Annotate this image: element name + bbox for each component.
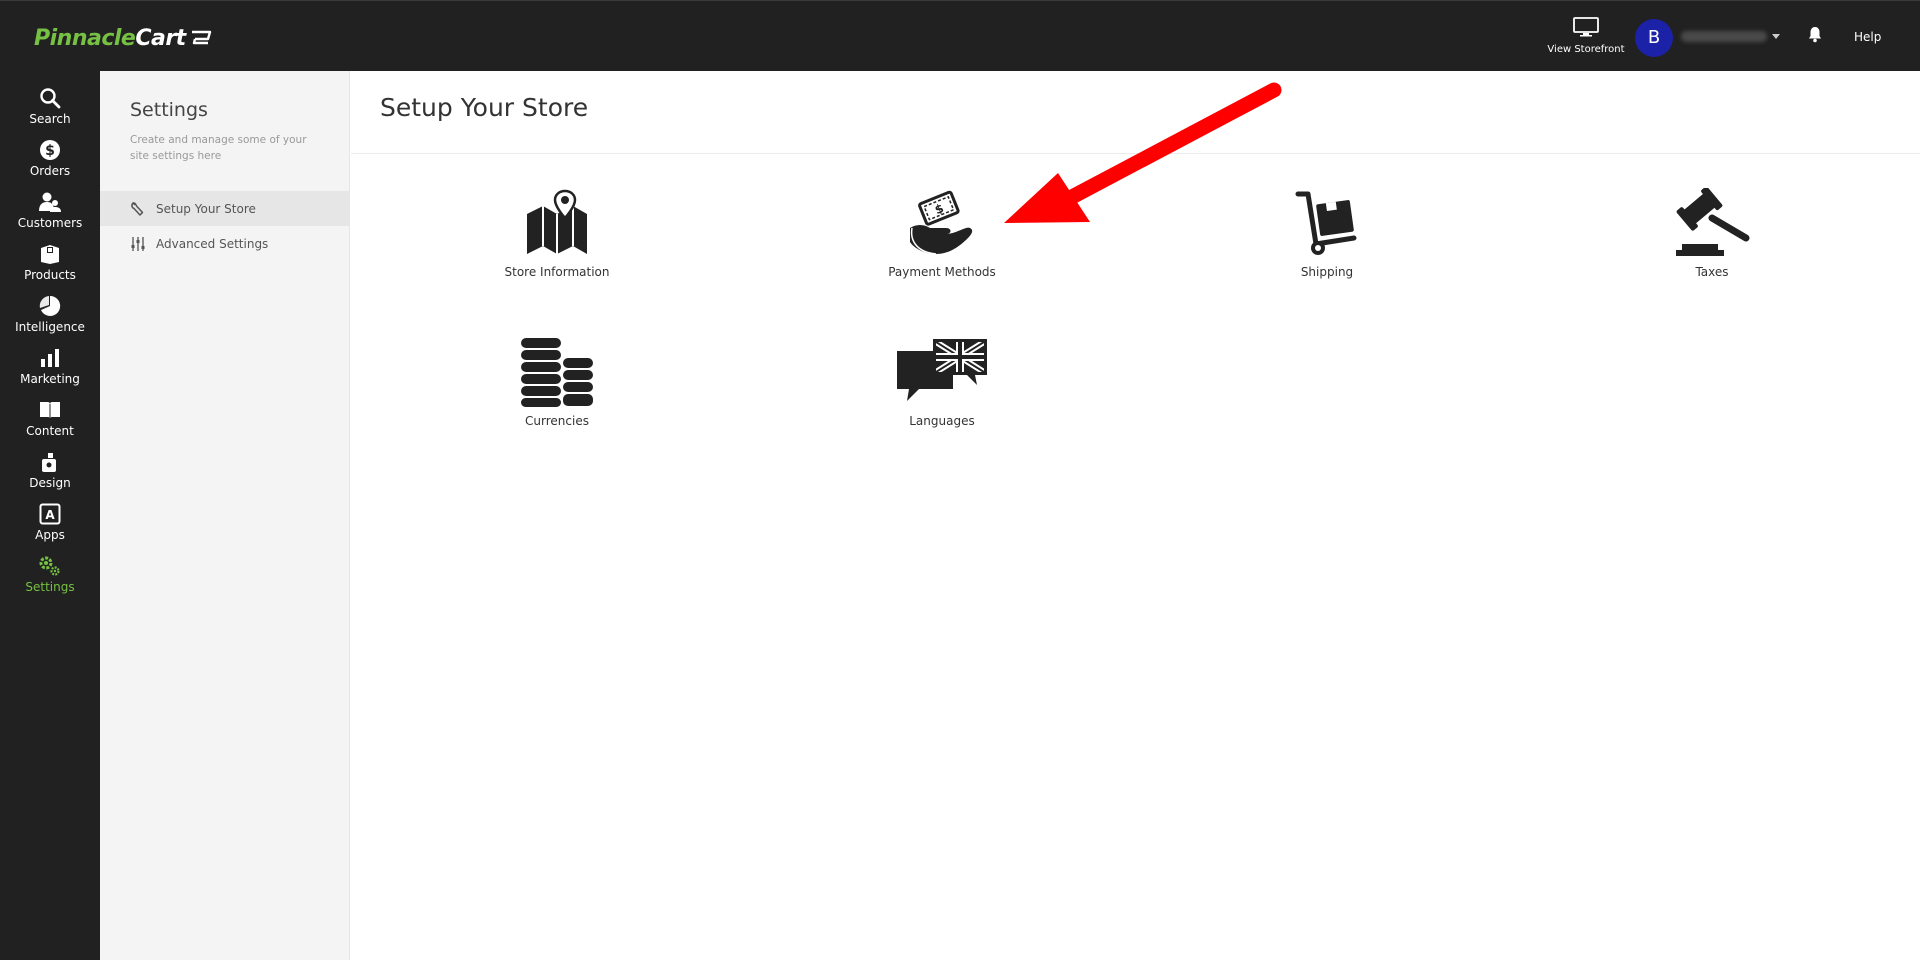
hand-truck-icon xyxy=(1227,183,1427,263)
language-flag-icon xyxy=(842,332,1042,412)
search-icon xyxy=(0,87,100,113)
nav-content[interactable]: Content xyxy=(0,395,100,447)
tile-label: Store Information xyxy=(504,265,610,279)
settings-panel: Settings Create and manage some of your … xyxy=(100,71,350,960)
nav-label: Marketing xyxy=(20,372,80,386)
tile-label: Payment Methods xyxy=(888,265,996,279)
sliders-icon xyxy=(131,236,145,251)
nav-orders[interactable]: $ Orders xyxy=(0,135,100,187)
nav-search[interactable]: Search xyxy=(0,83,100,135)
nav-label: Apps xyxy=(35,528,65,542)
box-icon xyxy=(0,243,100,269)
customers-icon xyxy=(0,191,100,217)
nav-settings[interactable]: Settings xyxy=(0,551,100,603)
nav-label: Search xyxy=(29,112,71,126)
gear-icon xyxy=(0,555,100,581)
nav-apps[interactable]: A Apps xyxy=(0,499,100,551)
submenu-label: Advanced Settings xyxy=(156,236,269,251)
view-storefront-button[interactable]: View Storefront xyxy=(1546,17,1626,55)
monitor-icon xyxy=(1573,17,1599,37)
nav-label: Customers xyxy=(17,216,83,230)
settings-panel-description: Create and manage some of your site sett… xyxy=(130,134,307,162)
svg-text:A: A xyxy=(45,508,55,522)
chevron-down-icon[interactable] xyxy=(1772,34,1780,39)
bar-chart-icon xyxy=(0,347,100,373)
nav-label: Products xyxy=(24,268,76,282)
money-hand-icon: $ xyxy=(842,183,1042,263)
gavel-icon xyxy=(1612,183,1812,263)
username-blurred[interactable] xyxy=(1681,31,1767,42)
pie-chart-icon xyxy=(0,295,100,321)
nav-label: Settings xyxy=(25,580,75,594)
settings-panel-title: Settings xyxy=(130,99,208,121)
tile-store-information[interactable]: Store Information xyxy=(457,183,657,303)
top-bar: Pinnacle Cart View Storefront B Help xyxy=(0,0,1920,71)
user-avatar[interactable]: B xyxy=(1635,19,1673,57)
submenu-advanced-settings[interactable]: Advanced Settings xyxy=(100,226,350,261)
tile-shipping[interactable]: Shipping xyxy=(1227,183,1427,303)
nav-label: Orders xyxy=(29,164,71,178)
pinnaclecart-logo[interactable]: Pinnacle Cart xyxy=(34,23,212,53)
tile-label: Shipping xyxy=(1300,265,1354,279)
map-pin-icon xyxy=(457,183,657,263)
svg-text:$: $ xyxy=(45,143,55,159)
dollar-icon: $ xyxy=(0,139,100,165)
coins-icon xyxy=(457,332,657,412)
design-icon xyxy=(0,451,100,477)
nav-customers[interactable]: Customers xyxy=(0,187,100,239)
tile-taxes[interactable]: Taxes xyxy=(1612,183,1812,303)
logo-text-part1: Pinnacle xyxy=(34,25,136,51)
divider xyxy=(351,153,1920,154)
logo-text-part2: Cart xyxy=(135,25,186,51)
tile-currencies[interactable]: Currencies xyxy=(457,332,657,452)
tile-payment-methods[interactable]: $ Payment Methods xyxy=(842,183,1042,303)
book-icon xyxy=(0,399,100,425)
help-link[interactable]: Help xyxy=(1854,30,1881,44)
submenu-setup-your-store[interactable]: Setup Your Store xyxy=(100,191,350,226)
tile-label: Taxes xyxy=(1695,265,1729,279)
nav-label: Intelligence xyxy=(15,320,85,334)
nav-intelligence[interactable]: Intelligence xyxy=(0,291,100,343)
view-storefront-label: View Storefront xyxy=(1547,44,1625,55)
bell-icon[interactable] xyxy=(1808,26,1822,47)
main-nav: Search $ Orders Customers Products Intel… xyxy=(0,71,100,960)
page-title: Setup Your Store xyxy=(380,93,589,122)
nav-design[interactable]: Design xyxy=(0,447,100,499)
cart-logo-icon xyxy=(191,30,211,45)
nav-marketing[interactable]: Marketing xyxy=(0,343,100,395)
submenu-label: Setup Your Store xyxy=(156,201,256,216)
tile-languages[interactable]: Languages xyxy=(842,332,1042,452)
main-content: Setup Your Store Store Information $ Pay… xyxy=(351,71,1920,960)
nav-label: Design xyxy=(29,476,71,490)
tile-label: Currencies xyxy=(525,414,589,428)
tile-label: Languages xyxy=(909,414,975,428)
nav-products[interactable]: Products xyxy=(0,239,100,291)
nav-label: Content xyxy=(26,424,74,438)
apps-icon: A xyxy=(0,503,100,529)
wrench-icon xyxy=(131,201,144,216)
